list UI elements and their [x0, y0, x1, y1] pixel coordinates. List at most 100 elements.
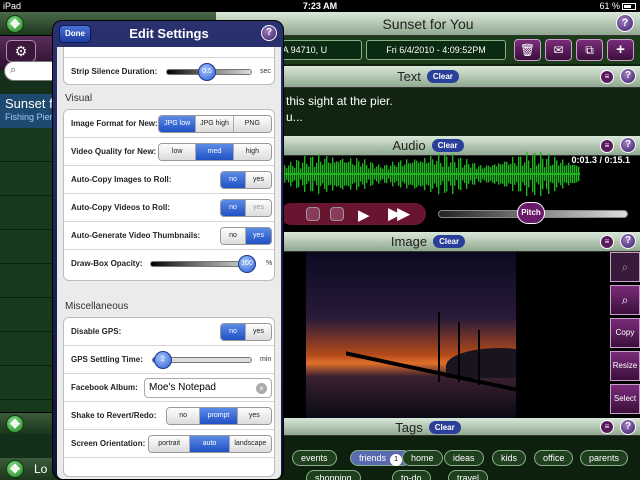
waveform-bar [374, 168, 376, 180]
trash-button[interactable]: 🗑 [514, 39, 541, 61]
waveform-bar [508, 164, 510, 184]
tags-clear-button[interactable]: Clear [428, 421, 461, 434]
resize-image-button[interactable]: Resize [610, 351, 640, 381]
waveform-bar [562, 159, 564, 189]
move-arrows-icon[interactable]: ✥ [6, 460, 24, 478]
stop-button[interactable] [330, 207, 344, 221]
shake-yes[interactable]: yes [237, 408, 271, 424]
gps-settling-knob[interactable]: 2 [154, 351, 172, 369]
shake-no[interactable]: no [167, 408, 201, 424]
image-format-png[interactable]: PNG [233, 116, 271, 132]
move-arrows-icon[interactable]: ✥ [6, 15, 24, 33]
play-icon[interactable]: ▶ [358, 206, 370, 224]
tag-kids[interactable]: kids [492, 450, 527, 466]
help-icon[interactable]: ? [616, 14, 634, 32]
email-button[interactable]: ✉ [545, 39, 572, 61]
waveform-bar [488, 165, 490, 183]
gps-settling-unit: min [260, 356, 272, 363]
audio-waveform[interactable] [280, 150, 580, 198]
tag-travel[interactable]: travel [448, 470, 489, 480]
disable-gps-no[interactable]: no [221, 324, 247, 340]
tag-ideas[interactable]: ideas [444, 450, 484, 466]
auto-thumbnails-segmented[interactable]: no yes [220, 227, 272, 245]
pitch-slider-knob[interactable]: Pitch [517, 202, 545, 224]
tag-shopping[interactable]: shopping [306, 470, 361, 480]
auto-thumbnails-no[interactable]: no [221, 228, 247, 244]
waveform-bar [572, 164, 574, 184]
waveform-bar [382, 168, 384, 180]
copy-image-button[interactable]: Copy [610, 318, 640, 348]
list-icon[interactable]: ≡ [600, 70, 614, 84]
zoom-in-button[interactable]: ⌕ [610, 285, 640, 315]
waveform-bar [338, 162, 340, 186]
list-icon[interactable]: ≡ [600, 235, 614, 249]
add-note-button[interactable]: + [607, 39, 634, 61]
waveform-bar [502, 164, 504, 184]
waveform-bar [302, 162, 304, 186]
settings-gear-button[interactable]: ⚙ [6, 40, 36, 62]
tag-to-do[interactable]: to-do [392, 470, 431, 480]
text-line-2: u... [286, 110, 303, 124]
clock: 7:23 AM [302, 1, 338, 11]
video-quality-segmented[interactable]: low med high [158, 143, 272, 161]
auto-thumbnails-row: Auto-Generate Video Thumbnails: no yes [64, 222, 274, 250]
video-quality-med[interactable]: med [196, 144, 234, 160]
auto-copy-videos-segmented[interactable]: no yes [220, 199, 272, 217]
waveform-bar [558, 165, 560, 183]
auto-copy-images-segmented[interactable]: no yes [220, 171, 272, 189]
auto-copy-videos-no[interactable]: no [221, 200, 247, 216]
image-clear-button[interactable]: Clear [433, 235, 466, 248]
disable-gps-yes[interactable]: yes [246, 324, 271, 340]
shake-segmented[interactable]: no prompt yes [166, 407, 272, 425]
disable-gps-segmented[interactable]: no yes [220, 323, 272, 341]
waveform-bar [350, 158, 352, 190]
waveform-bar [514, 163, 516, 185]
sunset-pier-photo[interactable] [306, 252, 516, 418]
orientation-portrait[interactable]: portrait [149, 436, 191, 452]
select-image-button[interactable]: Select [610, 384, 640, 414]
image-format-segmented[interactable]: JPG low JPG high PNG [158, 115, 272, 133]
text-line-1: this sight at the pier. [286, 94, 393, 108]
orientation-landscape[interactable]: landscape [229, 436, 271, 452]
note-title-heading: Sunset for You [382, 16, 474, 32]
help-icon[interactable]: ? [261, 25, 277, 41]
help-icon[interactable]: ? [620, 233, 636, 249]
settings-scroll-area[interactable]: Strip Silence Duration: 0.5 sec Visual I… [57, 47, 281, 479]
tag-parents[interactable]: parents [580, 450, 629, 466]
fast-forward-icon[interactable]: ▶▶ [388, 204, 410, 224]
help-icon[interactable]: ? [620, 419, 636, 435]
orientation-auto[interactable]: auto [190, 436, 230, 452]
draw-box-opacity-knob[interactable]: 100 [238, 255, 256, 273]
orientation-segmented[interactable]: portrait auto landscape [148, 435, 272, 453]
help-icon[interactable]: ? [620, 68, 636, 84]
clear-text-icon[interactable]: × [256, 383, 267, 394]
shake-prompt[interactable]: prompt [200, 408, 238, 424]
auto-copy-images-yes[interactable]: yes [246, 172, 271, 188]
list-icon[interactable]: ≡ [600, 420, 614, 434]
facebook-album-input[interactable]: Moe's Notepad × [144, 378, 272, 398]
waveform-bar [424, 157, 426, 191]
strip-silence-knob[interactable]: 0.5 [198, 63, 216, 81]
duplicate-icon: ⧉ [585, 43, 594, 57]
list-icon[interactable]: ≡ [600, 139, 614, 153]
video-quality-low[interactable]: low [159, 144, 197, 160]
auto-copy-images-no[interactable]: no [221, 172, 247, 188]
image-format-jpg-low[interactable]: JPG low [159, 116, 197, 132]
datetime-field[interactable]: Fri 6/4/2010 - 4:09:52PM [366, 40, 506, 60]
move-arrows-icon[interactable]: ✥ [6, 415, 24, 433]
auto-copy-videos-yes[interactable]: yes [246, 200, 271, 216]
image-format-jpg-high[interactable]: JPG high [196, 116, 234, 132]
help-icon[interactable]: ? [620, 137, 636, 153]
tag-home[interactable]: home [402, 450, 443, 466]
waveform-bar [358, 161, 360, 187]
waveform-bar [574, 165, 576, 183]
video-quality-high[interactable]: high [233, 144, 271, 160]
tag-office[interactable]: office [534, 450, 574, 466]
zoom-out-button[interactable]: ⌕ [610, 252, 640, 282]
tag-events[interactable]: events [292, 450, 337, 466]
waveform-bar [548, 153, 550, 195]
waveform-bar [556, 160, 558, 188]
auto-thumbnails-yes[interactable]: yes [246, 228, 271, 244]
text-clear-button[interactable]: Clear [426, 70, 459, 83]
copy-note-button[interactable]: ⧉ [576, 39, 603, 61]
